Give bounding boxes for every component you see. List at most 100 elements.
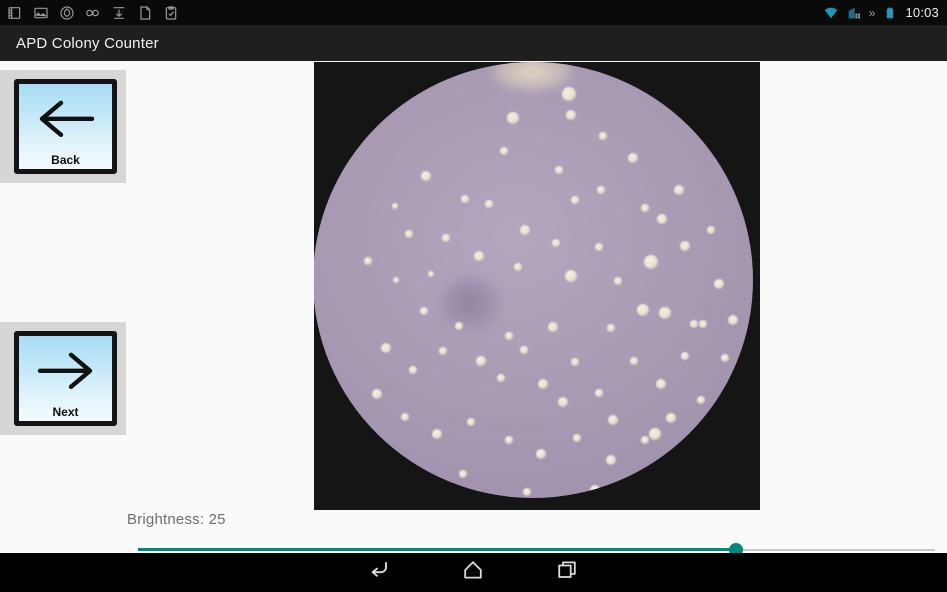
status-overflow-chevron: » (868, 5, 876, 20)
colony-marker (595, 243, 603, 251)
colony-marker (523, 488, 531, 496)
brightness-label: Brightness: 25 (127, 511, 226, 528)
shield-icon (58, 4, 75, 21)
colony-marker (432, 429, 442, 439)
file-icon (136, 4, 153, 21)
colony-marker (364, 257, 372, 265)
colony-marker (657, 214, 667, 224)
colony-marker (571, 196, 579, 204)
colony-marker (674, 185, 684, 195)
colony-marker (644, 255, 658, 269)
back-button[interactable]: Back (14, 79, 117, 174)
colony-marker (656, 379, 666, 389)
colony-marker (606, 455, 616, 465)
colony-marker (421, 171, 431, 181)
colony-marker (548, 322, 558, 332)
colony-marker (428, 271, 434, 277)
colony-marker (505, 332, 513, 340)
nav-home-icon (461, 559, 485, 586)
nav-back-button[interactable] (344, 553, 414, 592)
colony-marker (381, 343, 391, 353)
colony-marker (393, 277, 399, 283)
colony-marker (459, 470, 467, 478)
colony-marker (731, 398, 739, 406)
colony-marker (595, 389, 603, 397)
slider-track-fill (138, 548, 736, 551)
back-button-slot: Back (0, 70, 126, 183)
next-button-label: Next (52, 405, 79, 419)
colony-marker (728, 315, 738, 325)
colony-marker (476, 356, 486, 366)
colony-marker (597, 186, 605, 194)
colony-marker (405, 230, 413, 238)
dish-smudge (441, 277, 503, 333)
colony-marker (641, 204, 649, 212)
colony-marker (455, 322, 463, 330)
next-button[interactable]: Next (14, 331, 117, 426)
colony-marker (714, 279, 724, 289)
colony-marker (562, 87, 576, 101)
colony-marker (637, 304, 649, 316)
colony-marker (372, 389, 382, 399)
colony-marker (500, 147, 508, 155)
colony-marker (442, 234, 450, 242)
status-notification-icons (6, 4, 823, 21)
colony-marker (571, 358, 579, 366)
wifi-icon (823, 4, 840, 21)
image-icon (32, 4, 49, 21)
petri-dish-viewer[interactable] (314, 62, 760, 510)
colony-marker (721, 354, 729, 362)
colony-marker (590, 485, 600, 495)
battery-icon (881, 4, 898, 21)
arrow-left-icon (34, 97, 98, 144)
colony-marker (555, 166, 563, 174)
colony-marker (392, 203, 398, 209)
colony-marker (630, 357, 638, 365)
main-content: Back Next Brightness: 25 (0, 61, 947, 557)
back-button-label: Back (51, 153, 80, 167)
signal-icon (846, 4, 863, 21)
book-icon (6, 4, 23, 21)
colony-marker (558, 397, 568, 407)
colony-marker (401, 413, 409, 421)
colony-marker (514, 263, 522, 271)
colony-marker (420, 307, 428, 315)
nav-home-button[interactable] (438, 553, 508, 592)
colony-marker (566, 110, 576, 120)
colony-marker (614, 277, 622, 285)
colony-marker (599, 132, 607, 140)
petri-dish (314, 62, 753, 498)
colony-marker (707, 226, 715, 234)
colony-marker (467, 418, 475, 426)
colony-marker (565, 270, 577, 282)
clipboard-check-icon (162, 4, 179, 21)
colony-marker (538, 379, 548, 389)
download-icon (110, 4, 127, 21)
infinity-icon (84, 4, 101, 21)
nav-recents-button[interactable] (533, 553, 603, 592)
colony-marker (699, 320, 707, 328)
colony-marker (697, 396, 705, 404)
colony-marker (520, 346, 528, 354)
arrow-right-icon (34, 349, 98, 396)
colony-marker (628, 153, 638, 163)
colony-marker (573, 434, 581, 442)
nav-recents-icon (556, 559, 580, 586)
colony-marker (461, 195, 469, 203)
colony-marker (505, 436, 513, 444)
status-system-icons: » 10:03 (823, 4, 939, 21)
colony-marker (680, 241, 690, 251)
system-nav-bar (0, 553, 947, 592)
colony-marker (607, 324, 615, 332)
nav-back-icon (367, 559, 391, 586)
next-button-slot: Next (0, 322, 126, 435)
colony-marker (641, 436, 649, 444)
colony-marker (675, 450, 683, 458)
status-clock: 10:03 (905, 5, 939, 20)
colony-marker (409, 366, 417, 374)
colony-marker (552, 239, 560, 247)
page-title: APD Colony Counter (16, 34, 159, 52)
app-action-bar: APD Colony Counter (0, 25, 947, 61)
colony-marker (439, 347, 447, 355)
colony-marker (497, 374, 505, 382)
